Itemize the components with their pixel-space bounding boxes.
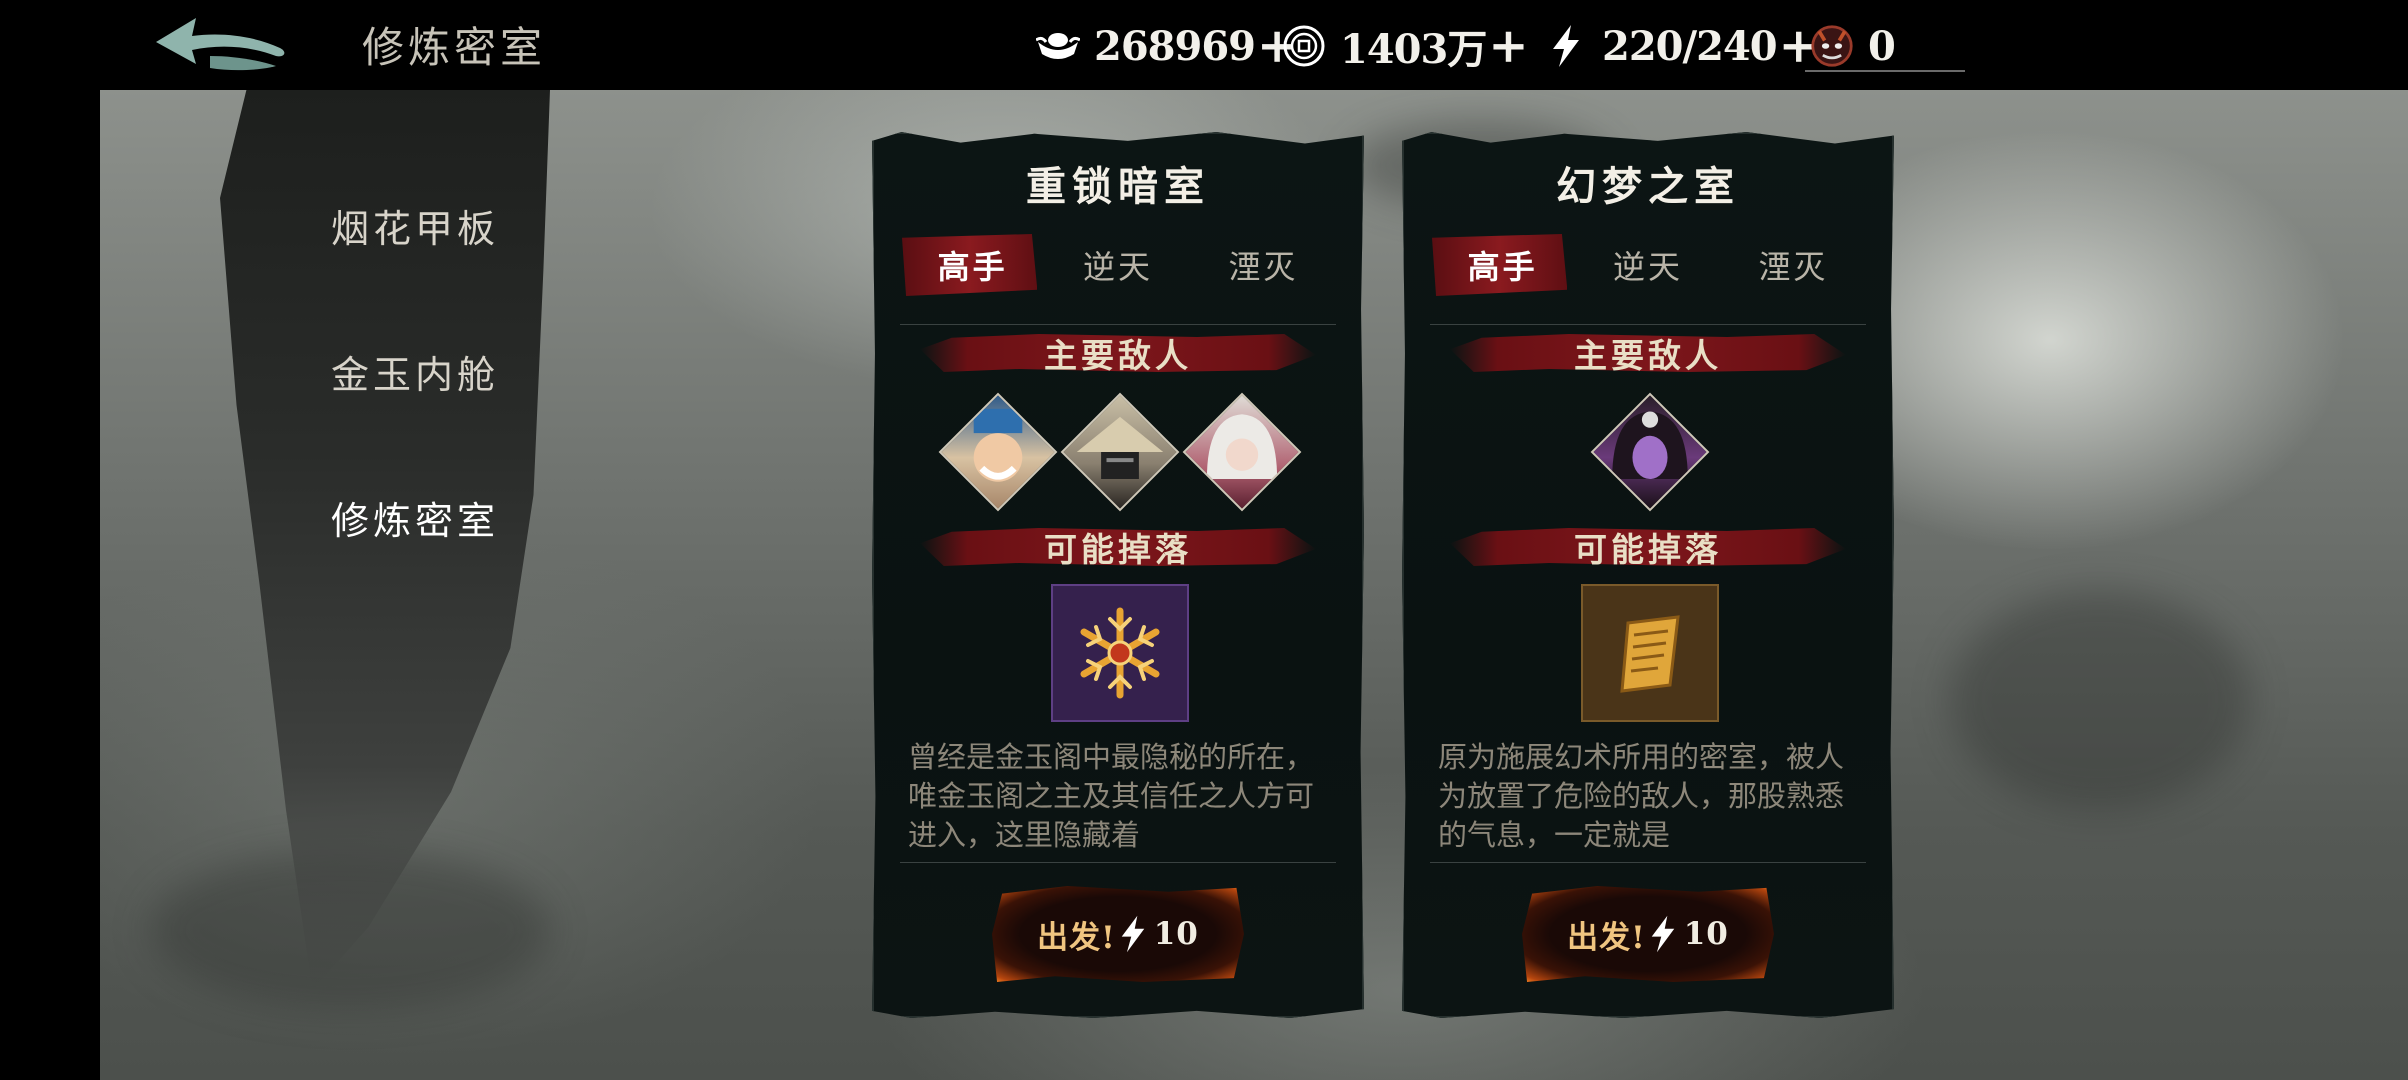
enemies-banner: 主要敌人 [1450,328,1846,378]
snowflake-icon [1080,607,1160,699]
back-button[interactable] [150,12,290,76]
stamina-value: 220/240 [1602,22,1778,70]
divider [900,862,1336,863]
sidebar-item-golden-cabin[interactable]: 金玉内舱 [310,344,520,399]
silver-value: 268969 [1094,22,1256,70]
start-button[interactable]: 出发! 10 [992,886,1244,982]
enemy-list [872,392,1364,512]
stamina-cost: 10 [1153,916,1199,952]
demon-mask-icon [1810,24,1854,68]
enemy-white-haired-woman-portrait[interactable] [1182,392,1302,512]
silver-resource: 268969 + [1036,22,1297,70]
enemy-purple-demon-woman-portrait[interactable] [1590,392,1710,512]
start-button[interactable]: 出发! 10 [1522,886,1774,982]
lightning-icon [1121,915,1145,953]
tab-annihilation[interactable]: 湮灭 [1191,234,1336,296]
back-arrow-icon [156,18,285,71]
card-title: 幻梦之室 [1556,163,1740,210]
tab-defy-heaven[interactable]: 逆天 [1575,234,1720,296]
scroll-icon [1620,615,1680,693]
enemy-old-official-portrait[interactable] [938,392,1058,512]
coin-icon [1282,24,1326,68]
add-coin-button[interactable]: + [1488,22,1528,70]
tab-expert[interactable]: 高手 [1430,234,1575,296]
stamina-cost: 10 [1683,916,1729,952]
drop-golden-snowflake-item[interactable] [1051,584,1189,722]
demon-token-value: 0 [1868,22,1896,70]
drops-banner: 可能掉落 [1450,522,1846,572]
divider [1430,324,1866,325]
coin-value: 1403万 [1340,26,1487,73]
drops-banner: 可能掉落 [920,522,1316,572]
enemies-banner: 主要敌人 [920,328,1316,378]
silver-ingot-icon [1036,24,1080,68]
lightning-icon [1651,915,1675,953]
drop-golden-scroll-item[interactable] [1581,584,1719,722]
page-title: 修炼密室 [362,23,547,72]
resource-divider [1805,70,1965,72]
demon-token-resource: 0 [1810,22,1896,70]
enemy-straw-hat-assassin-portrait[interactable] [1060,392,1180,512]
stamina-resource: 220/240 + [1544,22,1819,70]
dungeon-description: 原为施展幻术所用的密室，被人为放置了危险的敌人，那股熟悉的气息，一定就是 [1438,740,1845,852]
tab-annihilation[interactable]: 湮灭 [1721,234,1866,296]
difficulty-tabs: 高手 逆天 湮灭 [1430,234,1866,296]
dungeon-description: 曾经是金玉阁中最隐秘的所在，唯金玉阁之主及其信任之人方可进入，这里隐藏着 [908,740,1315,852]
sidebar-item-fireworks-deck[interactable]: 烟花甲板 [310,198,520,253]
card-title: 重锁暗室 [1026,163,1210,210]
tab-defy-heaven[interactable]: 逆天 [1045,234,1190,296]
dungeon-card-dream-chamber: 幻梦之室 高手 逆天 湮灭 主要敌人 可能掉落 原为施展幻术所用的密室，被人为放… [1402,132,1894,1018]
sidebar-item-training-chamber[interactable]: 修炼密室 [310,490,520,545]
divider [900,324,1336,325]
dungeon-card-locked-chamber: 重锁暗室 高手 逆天 湮灭 主要敌人 可能掉落 曾经是金玉阁中最隐秘的所在，唯金… [872,132,1364,1018]
lightning-icon [1544,24,1588,68]
tab-expert[interactable]: 高手 [900,234,1045,296]
difficulty-tabs: 高手 逆天 湮灭 [900,234,1336,296]
coin-resource: 1403万 + [1282,22,1529,73]
enemy-list [1402,392,1894,512]
divider [1430,862,1866,863]
